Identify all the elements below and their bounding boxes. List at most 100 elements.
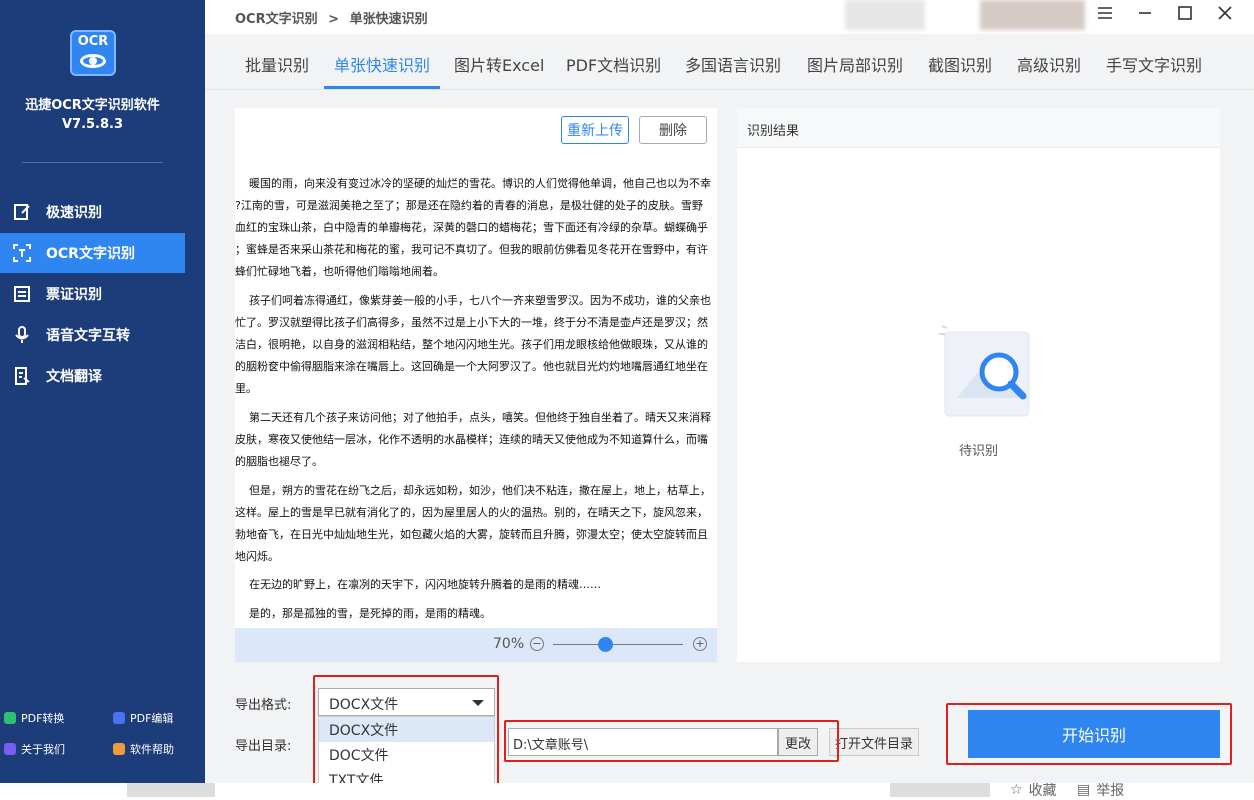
- sidebar-item-label: 极速识别: [46, 205, 102, 221]
- zoom-in-icon[interactable]: +: [693, 637, 707, 651]
- zoom-slider-handle[interactable]: [598, 637, 613, 652]
- export-format-label: 导出格式:: [235, 698, 292, 713]
- doc-line: 血红的宝珠山茶，白中隐青的单瓣梅花，深黄的磬口的蜡梅花；雪下面还有冷绿的杂草。蝴…: [235, 221, 708, 234]
- pdf-convert-icon: [4, 712, 16, 724]
- info-icon: [4, 743, 16, 755]
- doc-line: 是的，那是孤独的雪，是死掉的雨，是雨的精魂。: [249, 607, 491, 620]
- tab-single-fast[interactable]: 单张快速识别: [334, 52, 430, 76]
- tab-batch[interactable]: 批量识别: [245, 52, 309, 76]
- favorite-link[interactable]: ☆ 收藏: [1010, 780, 1057, 800]
- zoom-bar: 70% − +: [235, 628, 717, 662]
- logo-pupil: [89, 57, 97, 65]
- breadcrumb-separator: >: [328, 12, 340, 27]
- sidebar-item-label: 语音文字互转: [46, 328, 130, 344]
- breadcrumb-item[interactable]: OCR文字识别: [235, 12, 318, 27]
- breadcrumb-item: 单张快速识别: [349, 12, 428, 27]
- doc-line: 里。: [235, 382, 257, 395]
- help-link[interactable]: 软件帮助: [113, 741, 174, 757]
- tab-pdf-document[interactable]: PDF文档识别: [566, 52, 661, 76]
- doc-line: 的胭脂也褪尽了。: [235, 455, 323, 468]
- sidebar-item-receipt[interactable]: 票证识别: [0, 274, 185, 314]
- pdf-edit-label: PDF编辑: [130, 712, 174, 725]
- open-dir-button[interactable]: 打开文件目录: [829, 728, 919, 756]
- maximize-icon[interactable]: [1174, 5, 1196, 24]
- document-preview-panel: 重新上传 删除 暖国的雨，向来没有变过冰冷的坚硬的灿烂的雪花。博识的人们觉得他单…: [235, 108, 717, 662]
- microphone-icon: [12, 325, 32, 345]
- doc-line: 洁白，很明艳，以自身的滋润相粘结，整个地闪闪地生光。孩子们用龙眼核给他做眼珠，又…: [235, 338, 708, 351]
- pdf-convert-label: PDF转换: [21, 712, 65, 725]
- favorite-label: 收藏: [1028, 783, 1057, 799]
- reupload-button[interactable]: 重新上传: [561, 116, 629, 144]
- doc-line: 皮肤，寒夜又使他结一层冰，化作不透明的水晶模样；连续的晴天又使他成为不知道算什么…: [235, 433, 708, 446]
- doc-line: 的胭粉奁中偷得胭脂来涂在嘴唇上。这回确是一个大阿罗汉了。他也就目光灼灼地嘴唇通红…: [235, 360, 708, 373]
- scan-text-icon: [12, 243, 32, 263]
- window-controls: [1094, 5, 1236, 24]
- doc-line: 这样。屋上的雪是早已就有消化了的，因为屋里居人的火的温热。别的，在晴天之下，旋风…: [235, 506, 708, 519]
- title-bar: OCR文字识别 > 单张快速识别: [205, 0, 1254, 34]
- doc-line: 勃地奋飞，在日光中灿灿地生光，如包藏火焰的大雾，旋转而且升腾，弥漫太空；使太空旋…: [235, 528, 708, 541]
- export-format-value: DOCX文件: [329, 697, 399, 713]
- tab-image-to-excel[interactable]: 图片转Excel: [454, 52, 544, 76]
- sidebar-item-label: OCR文字识别: [46, 246, 135, 262]
- doc-line: 孩子们呵着冻得通红，像紫芽姜一般的小手，七八个一齐来塑雪罗汉。因为不成功，谁的父…: [249, 294, 711, 307]
- logo-text: OCR: [77, 34, 109, 49]
- doc-line: 地闪烁。: [235, 550, 279, 563]
- report-link[interactable]: ▤ 举报: [1077, 780, 1124, 800]
- zoom-level: 70%: [493, 636, 525, 652]
- app-logo: OCR: [70, 30, 116, 76]
- report-label: 举报: [1096, 783, 1125, 799]
- export-dir-input[interactable]: D:\文章账号\: [508, 728, 778, 756]
- start-recognition-button[interactable]: 开始识别: [968, 710, 1220, 758]
- doc-line: 忙了。罗汉就塑得比孩子们高得多，虽然不过是上小下大的一堆，终于分不清是壶卢还是罗…: [235, 316, 708, 329]
- dropdown-option[interactable]: DOCX文件: [319, 717, 494, 742]
- doc-line: ?江南的雪，可是滋润美艳之至了；那是还在隐约着的青春的消息，是极壮健的处子的皮肤…: [235, 199, 703, 212]
- doc-line: 但是，朔方的雪花在纷飞之后，却永远如粉，如沙，他们决不粘连，撒在屋上，地上，枯草…: [249, 484, 711, 497]
- footer-block: [127, 783, 215, 797]
- app-version: V7.5.8.3: [61, 117, 124, 132]
- tab-advanced[interactable]: 高级识别: [1017, 52, 1081, 76]
- empty-state-text: 待识别: [958, 444, 998, 459]
- translate-doc-icon: [12, 366, 32, 386]
- result-panel: 识别结果 待识别: [737, 108, 1220, 662]
- doc-line: 蜂们忙碌地飞着，也听得他们嗡嗡地闹着。: [235, 265, 444, 278]
- app-name: 迅捷OCR文字识别软件: [25, 98, 160, 113]
- tab-screenshot[interactable]: 截图识别: [928, 52, 992, 76]
- app-name-block: 迅捷OCR文字识别软件 V7.5.8.3: [0, 96, 185, 134]
- change-dir-button[interactable]: 更改: [778, 728, 818, 756]
- empty-search-illustration-icon: [937, 318, 1030, 418]
- export-dir-label: 导出目录:: [235, 739, 292, 754]
- lightning-edit-icon: [12, 202, 32, 222]
- tab-partial-image[interactable]: 图片局部识别: [807, 52, 903, 76]
- export-format-dropdown: DOCX文件 DOC文件 TXT文件: [318, 716, 495, 791]
- dropdown-option[interactable]: DOC文件: [319, 742, 494, 767]
- sidebar-item-label: 文档翻译: [46, 369, 102, 385]
- star-icon: ☆: [1010, 782, 1023, 798]
- report-icon: ▤: [1077, 782, 1091, 798]
- blurred-region: [845, 0, 925, 30]
- tab-multi-language[interactable]: 多国语言识别: [685, 52, 781, 76]
- receipt-icon: [12, 284, 32, 304]
- sidebar-item-voice[interactable]: 语音文字互转: [0, 315, 185, 355]
- pdf-convert-link[interactable]: PDF转换: [4, 710, 64, 726]
- delete-button[interactable]: 删除: [639, 116, 707, 144]
- sidebar-item-ocr[interactable]: OCR文字识别: [0, 233, 185, 273]
- tab-handwriting[interactable]: 手写文字识别: [1106, 52, 1202, 76]
- active-tab-indicator: [324, 86, 440, 89]
- result-header: 识别结果: [737, 108, 1220, 148]
- about-us-label: 关于我们: [21, 743, 65, 756]
- zoom-slider-track[interactable]: [553, 644, 683, 645]
- export-format-select[interactable]: DOCX文件: [318, 688, 495, 716]
- result-title: 识别结果: [747, 124, 800, 139]
- sidebar-item-translate[interactable]: 文档翻译: [0, 356, 185, 396]
- doc-line: 暖国的雨，向来没有变过冰冷的坚硬的灿烂的雪花。博识的人们觉得他单调，他自己也以为…: [249, 177, 711, 190]
- about-us-link[interactable]: 关于我们: [4, 741, 65, 757]
- zoom-out-icon[interactable]: −: [530, 637, 544, 651]
- sidebar-item-fast-recognition[interactable]: 极速识别: [0, 192, 185, 232]
- pdf-edit-link[interactable]: PDF编辑: [113, 710, 173, 726]
- close-icon[interactable]: [1214, 5, 1236, 24]
- sidebar-divider: [22, 162, 163, 163]
- menu-icon[interactable]: [1094, 5, 1116, 24]
- breadcrumb: OCR文字识别 > 单张快速识别: [235, 8, 428, 27]
- minimize-icon[interactable]: [1134, 5, 1156, 24]
- pdf-edit-icon: [113, 712, 125, 724]
